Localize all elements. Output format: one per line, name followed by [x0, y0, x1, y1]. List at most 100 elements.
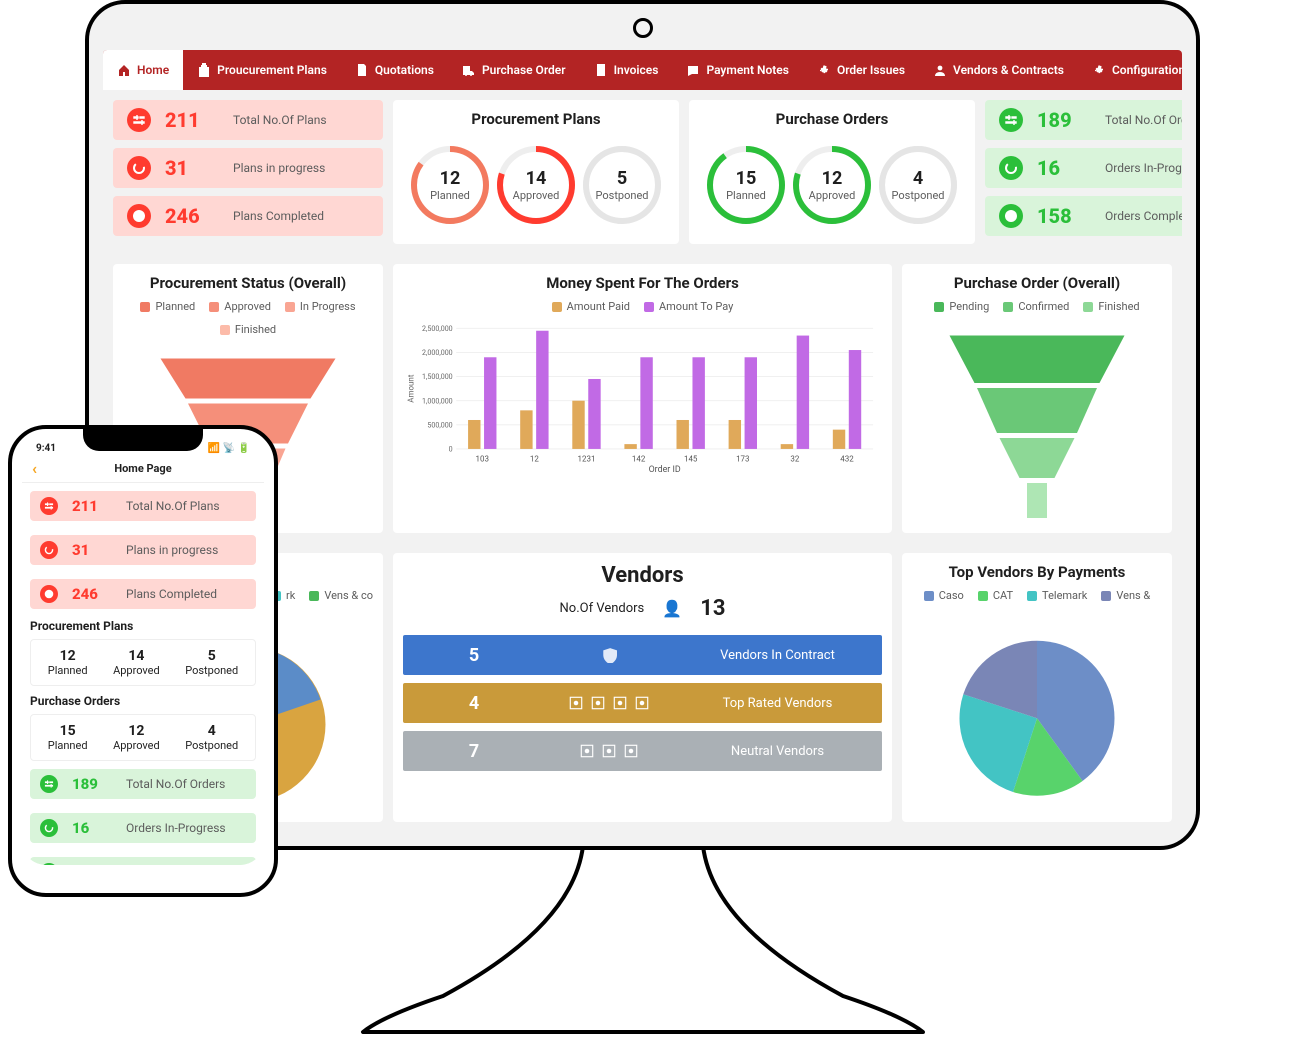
stat-label: Plans Completed — [233, 209, 324, 223]
ring-stat: 4Postponed — [875, 142, 961, 228]
ring-label: Postponed — [596, 189, 649, 202]
truck-icon — [462, 63, 476, 77]
funnel-chart-orders — [912, 323, 1162, 523]
tab-purchase-order[interactable]: Purchase Order — [448, 50, 580, 90]
ring-stat: 15Planned — [703, 142, 789, 228]
section-title: Purchase Order (Overall) — [912, 274, 1162, 292]
vendor-count: 13 — [700, 596, 725, 621]
tab-invoices[interactable]: Invoices — [580, 50, 673, 90]
legend-label: Vens & — [1116, 589, 1150, 602]
ring-value: 12 — [822, 168, 843, 189]
legend-label: Finished — [235, 323, 276, 336]
top-vendors-pie-chart — [912, 612, 1162, 812]
tab-payment-notes[interactable]: Payment Notes — [672, 50, 803, 90]
phone-mockup: 9:41 📶 📡 🔋 ‹ Home Page 211 Total No.Of P… — [8, 425, 278, 897]
vendor-bar-label: Neutral Vendors — [689, 744, 866, 759]
ring-stat: 12Approved — [789, 142, 875, 228]
vendor-bar[interactable]: 4 Top Rated Vendors — [403, 683, 882, 723]
stat-label: Total No.Of Plans — [233, 113, 327, 127]
tab-label: Home — [137, 63, 169, 77]
stat-tile: 246 Plans Completed — [113, 196, 383, 236]
section-title: Procurement Status (Overall) — [123, 274, 373, 292]
stat-label: Orders In-Progress — [126, 821, 226, 835]
spinner-icon — [999, 156, 1023, 180]
ring-label: Planned — [430, 189, 470, 202]
tab-label: Payment Notes — [706, 63, 789, 77]
user-icon — [933, 63, 947, 77]
phone-time: 9:41 — [36, 443, 56, 454]
ring-value: 4 — [913, 168, 923, 189]
stat-tile: 158 Orders Completed — [30, 857, 256, 865]
vendor-bar[interactable]: 5 Vendors In Contract — [403, 635, 882, 675]
ring-value: 5 — [617, 168, 627, 189]
sliders-icon — [40, 497, 58, 515]
vendor-bar-label: Top Rated Vendors — [689, 696, 866, 711]
tab-label: Proucurement Plans — [217, 63, 327, 77]
legend-label: Amount To Pay — [659, 300, 733, 313]
spinner-icon — [40, 541, 58, 559]
legend-label: Telemark — [1042, 589, 1087, 602]
svg-text:103: 103 — [476, 454, 489, 463]
tab-order-issues[interactable]: Order Issues — [803, 50, 919, 90]
svg-text:145: 145 — [684, 454, 698, 463]
tab-label: Configuration — [1112, 63, 1182, 77]
stat-label: Plans Completed — [126, 587, 217, 601]
svg-text:432: 432 — [840, 454, 854, 463]
tab-home[interactable]: Home — [103, 50, 183, 90]
ring-value: 12 — [440, 168, 461, 189]
ring-label: Planned — [726, 189, 766, 202]
vendor-icon: 👤 — [662, 599, 682, 618]
vendors-card: Vendors No.Of Vendors 👤 13 5 Vendors In … — [393, 553, 892, 822]
ring-label: Approved — [513, 189, 560, 202]
stat-label: Plans in progress — [126, 543, 218, 557]
stat-tile: 246 Plans Completed — [30, 579, 256, 609]
orders-summary-card: 189 Total No.Of Orders 16 Orders In-Prog… — [985, 100, 1182, 244]
vendor-bar-count: 5 — [419, 645, 529, 666]
vendor-count-label: No.Of Vendors — [560, 601, 645, 616]
phone-section-label: Procurement Plans — [30, 619, 256, 633]
phone-stat-cell: 4Postponed — [185, 723, 238, 752]
home-icon — [117, 63, 131, 77]
tab-configuration[interactable]: Configuration — [1078, 50, 1182, 90]
note-icon — [686, 63, 700, 77]
svg-text:0: 0 — [449, 445, 453, 454]
legend-label: rk — [286, 589, 295, 602]
phone-stat-cell: 15Planned — [48, 723, 88, 752]
stat-number: 31 — [165, 156, 219, 180]
vendor-bar-count: 7 — [419, 741, 529, 762]
stat-tile: 31 Plans in progress — [113, 148, 383, 188]
phone-stat-cell: 5Postponed — [185, 648, 238, 677]
tab-proucurement-plans[interactable]: Proucurement Plans — [183, 50, 341, 90]
section-title: Top Vendors By Payments — [912, 563, 1162, 581]
stat-tile: 158 Orders Completed — [985, 196, 1182, 236]
tab-label: Vendors & Contracts — [953, 63, 1064, 77]
tab-vendors-contracts[interactable]: Vendors & Contracts — [919, 50, 1078, 90]
ring-value: 14 — [526, 168, 547, 189]
legend-label: Finished — [1098, 300, 1139, 313]
check-icon — [127, 204, 151, 228]
tab-quotations[interactable]: Quotations — [341, 50, 448, 90]
legend-label: Approved — [224, 300, 271, 313]
top-nav: Home Proucurement Plans Quotations Purchase… — [103, 50, 1182, 90]
vendor-bar-icons — [529, 695, 689, 711]
tab-label: Invoices — [614, 63, 659, 77]
stat-number: 158 — [1037, 204, 1091, 228]
phone-section-label: Purchase Orders — [30, 694, 256, 708]
svg-text:1,500,000: 1,500,000 — [422, 372, 453, 381]
gear-icon — [817, 63, 831, 77]
vendor-bar[interactable]: 7 Neutral Vendors — [403, 731, 882, 771]
vendor-bar-count: 4 — [419, 693, 529, 714]
stat-number: 211 — [165, 108, 219, 132]
tab-label: Quotations — [375, 63, 434, 77]
clipboard-icon — [197, 63, 211, 77]
legend-label: Confirmed — [1018, 300, 1069, 313]
stat-tile: 211 Total No.Of Plans — [113, 100, 383, 140]
legend-label: Planned — [155, 300, 195, 313]
stat-number: 16 — [1037, 156, 1091, 180]
phone-stat-cell: 12Planned — [48, 648, 88, 677]
legend-label: Vens & co — [324, 589, 373, 602]
ring-label: Postponed — [892, 189, 945, 202]
vendor-bar-icons — [529, 743, 689, 759]
phone-stat-cell: 14Approved — [113, 648, 160, 677]
back-button[interactable]: ‹ — [32, 459, 37, 478]
